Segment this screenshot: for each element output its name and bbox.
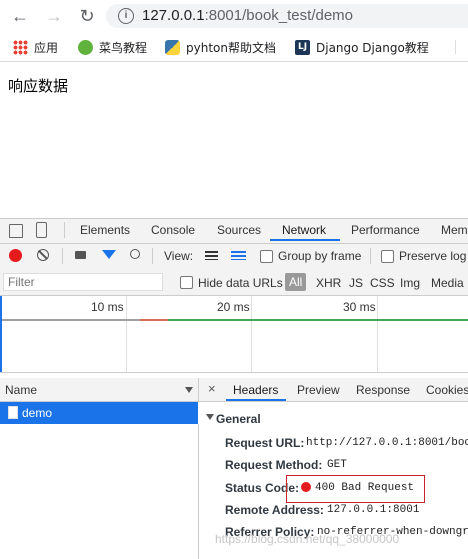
back-arrow-icon[interactable]: ← bbox=[8, 4, 32, 28]
forward-arrow-icon[interactable]: → bbox=[42, 4, 66, 28]
close-details-icon[interactable]: × bbox=[208, 381, 216, 396]
request-bar-download bbox=[168, 319, 468, 321]
preserve-log-label: Preserve log bbox=[399, 249, 467, 263]
inspect-element-icon[interactable] bbox=[9, 224, 23, 238]
view-label: View: bbox=[164, 249, 194, 263]
request-url-label: Request URL: bbox=[225, 436, 305, 450]
timeline-cursor bbox=[0, 296, 2, 372]
tick-line bbox=[251, 296, 252, 372]
tab-console[interactable]: Console bbox=[151, 223, 195, 237]
bookmark-django[interactable]: LJ Django Django教程 bbox=[295, 38, 429, 56]
device-toolbar-icon[interactable] bbox=[36, 222, 47, 238]
info-icon[interactable]: i bbox=[118, 8, 134, 24]
filter-type-img[interactable]: Img bbox=[400, 276, 420, 290]
remote-address-value: 127.0.0.1:8001 bbox=[327, 504, 420, 516]
page-body-text: 响应数据 bbox=[8, 77, 69, 95]
tab-separator bbox=[64, 222, 65, 238]
waterfall-overview-icon[interactable] bbox=[231, 251, 246, 260]
status-highlight-box bbox=[286, 475, 425, 503]
request-method-value: GET bbox=[327, 459, 347, 471]
bookmark-runoob[interactable]: 菜鸟教程 bbox=[78, 38, 147, 56]
request-bar-blocked bbox=[140, 319, 168, 321]
request-method-label: Request Method: bbox=[225, 458, 323, 472]
url-text: 127.0.0.1:8001/book_test/demo bbox=[142, 7, 354, 24]
hide-data-urls-checkbox[interactable] bbox=[180, 276, 193, 289]
controls-separator-2 bbox=[152, 248, 153, 264]
large-rows-icon[interactable] bbox=[205, 251, 218, 260]
filter-funnel-icon[interactable] bbox=[102, 250, 116, 259]
group-by-frame-checkbox[interactable] bbox=[260, 250, 273, 263]
filter-input[interactable] bbox=[3, 273, 163, 291]
section-title-general[interactable]: General bbox=[216, 412, 261, 426]
apps-grid-icon bbox=[13, 39, 28, 55]
tab-cookies[interactable]: Cookies bbox=[426, 383, 468, 397]
document-file-icon bbox=[8, 406, 18, 419]
name-column-label: Name bbox=[5, 383, 38, 397]
hide-data-urls-label: Hide data URLs bbox=[198, 276, 283, 290]
active-detail-tab-indicator bbox=[226, 399, 286, 401]
reload-icon[interactable]: ↻ bbox=[75, 4, 99, 28]
lj-icon: LJ bbox=[295, 39, 310, 55]
tab-elements[interactable]: Elements bbox=[80, 223, 130, 237]
screenshot-capture-icon[interactable] bbox=[75, 251, 86, 259]
request-name: demo bbox=[22, 406, 53, 420]
filter-type-xhr[interactable]: XHR bbox=[316, 276, 341, 290]
bookmark-apps[interactable]: 应用 bbox=[13, 38, 58, 56]
controls-separator-3 bbox=[370, 248, 371, 264]
runoob-icon bbox=[78, 39, 93, 55]
controls-separator bbox=[62, 248, 63, 264]
group-by-frame-label: Group by frame bbox=[278, 249, 362, 263]
clear-icon[interactable] bbox=[37, 249, 49, 261]
search-icon[interactable] bbox=[130, 249, 140, 259]
bookmarks-divider bbox=[455, 40, 456, 54]
watermark-text: https://blog.csdn.net/qq_38000000 bbox=[215, 532, 400, 546]
tab-preview[interactable]: Preview bbox=[297, 383, 340, 397]
request-list-empty bbox=[0, 424, 199, 559]
tab-headers[interactable]: Headers bbox=[233, 383, 278, 397]
tab-sources[interactable]: Sources bbox=[217, 223, 261, 237]
filter-type-js[interactable]: JS bbox=[349, 276, 363, 290]
remote-address-label: Remote Address: bbox=[225, 503, 324, 517]
request-bar-waiting bbox=[2, 319, 140, 321]
tab-memory[interactable]: Mem bbox=[441, 223, 468, 237]
tab-performance[interactable]: Performance bbox=[351, 223, 420, 237]
section-expand-icon[interactable] bbox=[206, 414, 214, 420]
bookmark-python-docs[interactable]: pyhton帮助文档 bbox=[165, 38, 276, 56]
request-url-value: http://127.0.0.1:8001/boo bbox=[306, 437, 468, 449]
filter-type-css[interactable]: CSS bbox=[370, 276, 395, 290]
record-icon[interactable] bbox=[9, 249, 22, 262]
tab-network[interactable]: Network bbox=[282, 223, 326, 237]
python-icon bbox=[165, 39, 180, 55]
preserve-log-checkbox[interactable] bbox=[381, 250, 394, 263]
tick-label: 20 ms bbox=[217, 300, 250, 314]
sort-caret-icon[interactable] bbox=[185, 387, 193, 393]
tick-line bbox=[377, 296, 378, 372]
tick-line bbox=[126, 296, 127, 372]
tick-label: 10 ms bbox=[91, 300, 124, 314]
tick-label: 30 ms bbox=[343, 300, 376, 314]
tab-response[interactable]: Response bbox=[356, 383, 410, 397]
filter-type-all[interactable]: All bbox=[285, 273, 307, 291]
filter-type-media[interactable]: Media bbox=[431, 276, 464, 290]
active-tab-indicator bbox=[270, 239, 340, 241]
